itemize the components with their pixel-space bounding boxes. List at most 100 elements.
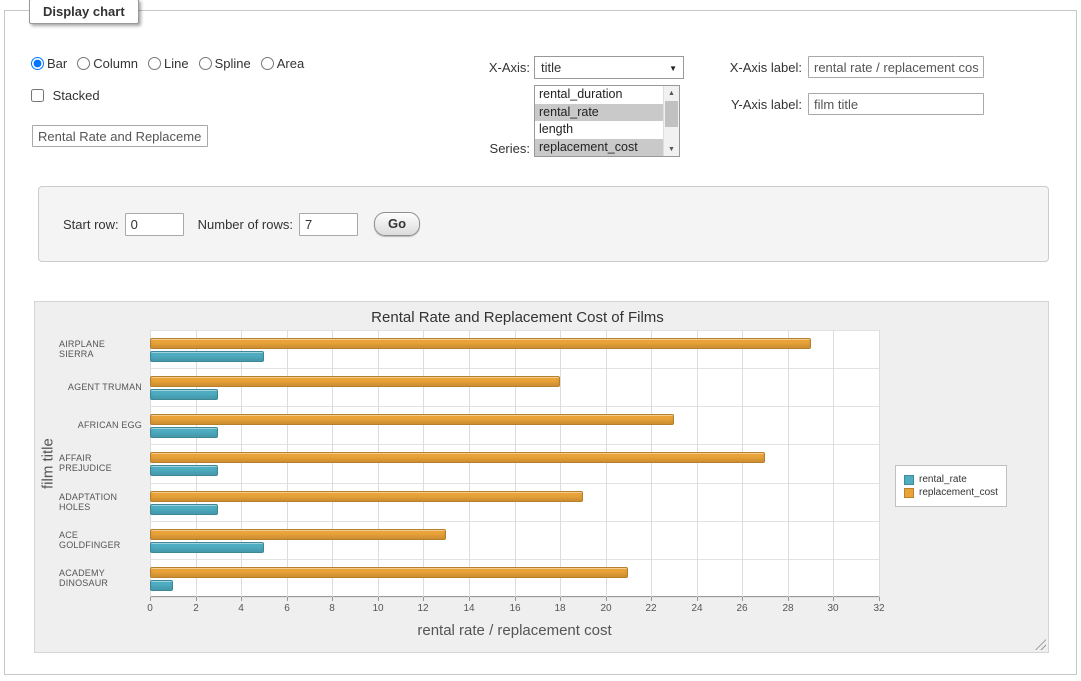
chart-type-bar[interactable]: Bar: [31, 56, 67, 71]
tick-mark: [879, 597, 880, 601]
rows-panel: Start row: Number of rows: Go: [38, 186, 1049, 262]
gridline: [788, 330, 789, 597]
go-button[interactable]: Go: [374, 212, 420, 236]
y-category-label: ACE GOLDFINGER: [59, 521, 142, 559]
bar-replacement_cost-affair-prejudice: [150, 452, 765, 463]
tick-mark: [423, 597, 424, 601]
chart-title: Rental Rate and Replacement Cost of Film…: [35, 309, 1000, 326]
series-option-rental_duration[interactable]: rental_duration: [535, 86, 663, 104]
legend-label: replacement_cost: [919, 487, 998, 498]
series-option-replacement_cost[interactable]: replacement_cost: [535, 139, 663, 157]
x-tick-label: 14: [454, 603, 484, 614]
x-axis-label-input[interactable]: [808, 56, 984, 78]
x-tick-label: 2: [181, 603, 211, 614]
y-category-label: ADAPTATION HOLES: [59, 483, 142, 521]
stacked-checkbox[interactable]: [31, 89, 44, 102]
tick-mark: [651, 597, 652, 601]
x-tick-label: 8: [317, 603, 347, 614]
gridline: [833, 330, 834, 597]
tick-mark: [150, 597, 151, 601]
y-category-label: AFFAIR PREJUDICE: [59, 444, 142, 482]
bar-replacement_cost-airplane-sierra: [150, 338, 811, 349]
chart-type-radio-group: Bar Column Line Spline Area: [31, 56, 314, 71]
tick-mark: [788, 597, 789, 601]
tick-mark: [196, 597, 197, 601]
y-category-label: AIRPLANE SIERRA: [59, 330, 142, 368]
legend-item-replacement_cost[interactable]: replacement_cost: [904, 487, 998, 498]
gridline: [651, 330, 652, 597]
legend-item-rental_rate[interactable]: rental_rate: [904, 474, 998, 485]
x-axis-title: rental rate / replacement cost: [150, 622, 879, 639]
tick-mark: [332, 597, 333, 601]
gridline: [742, 330, 743, 597]
legend-label: rental_rate: [919, 474, 967, 485]
chart-panel: Rental Rate and Replacement Cost of Film…: [34, 301, 1049, 653]
gridline: [697, 330, 698, 597]
chart-options-form: BarColumnLineSplineArea Stacked X-Axis: …: [5, 11, 1076, 181]
tick-mark: [287, 597, 288, 601]
x-axis-field-label: X-Axis:: [438, 60, 530, 75]
bar-replacement_cost-agent-truman: [150, 376, 560, 387]
tick-mark: [378, 597, 379, 601]
tick-mark: [241, 597, 242, 601]
y-category-label: AFRICAN EGG: [59, 406, 142, 444]
radio-bar[interactable]: [31, 57, 44, 70]
bar-rental_rate-agent-truman: [150, 389, 218, 400]
x-tick-label: 26: [727, 603, 757, 614]
series-options: rental_durationrental_ratelengthreplacem…: [535, 86, 663, 156]
bar-replacement_cost-african-egg: [150, 414, 674, 425]
start-row-input[interactable]: [125, 213, 184, 236]
x-tick-label: 24: [682, 603, 712, 614]
y-axis-label-field-label: Y-Axis label:: [660, 97, 802, 112]
chart-title-input[interactable]: [32, 125, 208, 147]
radio-spline[interactable]: [199, 57, 212, 70]
chart-type-line[interactable]: Line: [148, 56, 189, 71]
x-tick-label: 16: [500, 603, 530, 614]
y-axis-category-labels: AIRPLANE SIERRAAGENT TRUMANAFRICAN EGGAF…: [59, 330, 147, 597]
num-rows-label: Number of rows:: [198, 217, 293, 232]
bar-rental_rate-adaptation-holes: [150, 504, 218, 515]
chart-legend: rental_rate replacement_cost: [895, 465, 1007, 507]
legend-swatch-icon: [904, 475, 914, 485]
y-category-label: AGENT TRUMAN: [59, 368, 142, 406]
radio-label: Spline: [215, 56, 251, 71]
y-axis-title: film title: [37, 330, 59, 597]
gridline: [469, 330, 470, 597]
series-option-length[interactable]: length: [535, 121, 663, 139]
bar-replacement_cost-academy-dinosaur: [150, 567, 628, 578]
scroll-down-icon[interactable]: ▼: [664, 142, 679, 156]
gridline: [515, 330, 516, 597]
chart-type-column[interactable]: Column: [77, 56, 138, 71]
series-listbox[interactable]: rental_durationrental_ratelengthreplacem…: [534, 85, 680, 157]
gridline: [241, 330, 242, 597]
stacked-option[interactable]: Stacked: [31, 88, 100, 103]
bar-rental_rate-airplane-sierra: [150, 351, 264, 362]
display-chart-panel: Display chart BarColumnLineSplineArea St…: [4, 10, 1077, 675]
radio-line[interactable]: [148, 57, 161, 70]
radio-label: Bar: [47, 56, 67, 71]
radio-label: Area: [277, 56, 304, 71]
tick-mark: [742, 597, 743, 601]
gridline: [332, 330, 333, 597]
series-field-label: Series:: [438, 141, 530, 156]
gridline: [606, 330, 607, 597]
radio-column[interactable]: [77, 57, 90, 70]
x-tick-label: 20: [591, 603, 621, 614]
resize-handle-icon[interactable]: [1035, 639, 1046, 650]
x-axis-label-field-label: X-Axis label:: [660, 60, 802, 75]
chart-type-area[interactable]: Area: [261, 56, 304, 71]
series-option-rental_rate[interactable]: rental_rate: [535, 104, 663, 122]
y-axis-label-input[interactable]: [808, 93, 984, 115]
stacked-label: Stacked: [53, 88, 100, 103]
radio-area[interactable]: [261, 57, 274, 70]
x-axis-selected-value: title: [541, 60, 561, 75]
num-rows-input[interactable]: [299, 213, 358, 236]
x-tick-label: 6: [272, 603, 302, 614]
x-tick-label: 28: [773, 603, 803, 614]
x-tick-label: 4: [226, 603, 256, 614]
tick-mark: [833, 597, 834, 601]
plot-area: [150, 330, 879, 597]
radio-label: Line: [164, 56, 189, 71]
chart-type-spline[interactable]: Spline: [199, 56, 251, 71]
bar-replacement_cost-ace-goldfinger: [150, 529, 446, 540]
